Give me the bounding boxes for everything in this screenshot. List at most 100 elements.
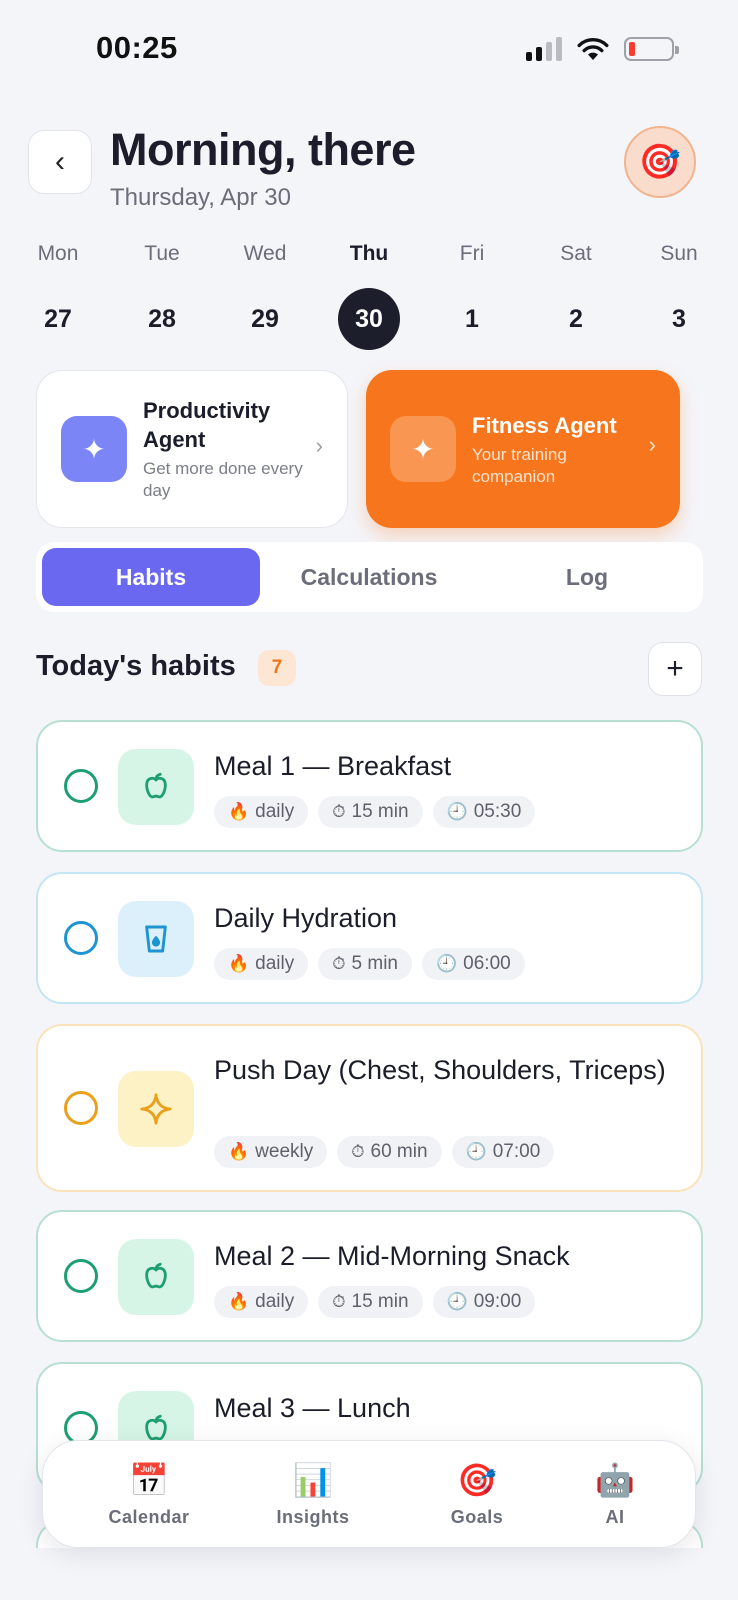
productivity-agent-card[interactable]: ✦ Productivity Agent Get more done every… — [36, 370, 348, 528]
day-sun[interactable]: Sun 3 — [644, 242, 714, 350]
habit-checkbox[interactable] — [64, 921, 98, 955]
day-date: 27 — [44, 305, 72, 333]
frequency-label: daily — [255, 801, 295, 822]
day-tue[interactable]: Tue 28 — [127, 242, 197, 350]
back-button[interactable]: ‹ — [28, 130, 92, 194]
habit-name: Meal 2 — Mid-Morning Snack — [214, 1241, 570, 1271]
day-date-selected: 30 — [338, 288, 400, 350]
day-sat[interactable]: Sat 2 — [541, 242, 611, 350]
nav-calendar[interactable]: 📅 Calendar — [89, 1459, 209, 1528]
habit-name: Meal 3 — Lunch — [214, 1393, 411, 1423]
tab-habits[interactable]: Habits — [42, 548, 260, 606]
day-date: 28 — [148, 305, 176, 333]
clock-icon: 🕘 — [465, 1142, 487, 1161]
habit-card[interactable]: Daily Hydration 🔥 daily ⏱ 5 min 🕘 06:00 — [36, 872, 703, 1004]
day-name: Fri — [459, 242, 485, 265]
duration-label: 15 min — [351, 1291, 409, 1312]
habit-meta: 🔥 daily ⏱ 15 min 🕘 05:30 — [214, 796, 536, 828]
apple-icon — [118, 1239, 194, 1315]
day-name: Wed — [243, 242, 287, 265]
duration-chip: ⏱ 60 min — [337, 1136, 442, 1168]
frequency-chip: 🔥 daily — [214, 948, 309, 980]
habit-checkbox[interactable] — [64, 1091, 98, 1125]
day-name: Sun — [660, 242, 698, 265]
clock-icon: 🕘 — [446, 1292, 468, 1311]
habit-checkbox[interactable] — [64, 769, 98, 803]
nav-label: Goals — [450, 1507, 504, 1527]
avatar[interactable]: 🎯 — [624, 126, 696, 198]
day-name: Sat — [560, 242, 592, 265]
status-bar: 00:25 — [0, 0, 738, 100]
fire-icon: 🔥 — [228, 954, 250, 973]
nav-ai[interactable]: 🤖 AI — [555, 1459, 675, 1528]
habit-meta: 🔥 daily ⏱ 5 min 🕘 06:00 — [214, 948, 525, 980]
nav-insights[interactable]: 📊 Insights — [253, 1459, 373, 1528]
time-label: 05:30 — [473, 801, 522, 822]
day-date: 3 — [672, 305, 686, 333]
day-fri[interactable]: Fri 1 — [437, 242, 507, 350]
frequency-chip: 🔥 daily — [214, 1286, 309, 1318]
stopwatch-icon: ⏱ — [351, 1142, 365, 1161]
fire-icon: 🔥 — [228, 802, 250, 821]
week-strip: Mon 27 Tue 28 Wed 29 Thu 30 Fri 1 Sat 2 … — [0, 242, 738, 350]
habit-meta: 🔥 daily ⏱ 15 min 🕘 09:00 — [214, 1286, 536, 1318]
habit-checkbox[interactable] — [64, 1259, 98, 1293]
day-thu[interactable]: Thu 30 — [334, 242, 404, 350]
segmented-tabs: Habits Calculations Log — [36, 542, 703, 612]
time-label: 07:00 — [492, 1141, 541, 1162]
habit-card[interactable]: Push Day (Chest, Shoulders, Triceps) 🔥 we… — [36, 1024, 703, 1192]
frequency-chip: 🔥 weekly — [214, 1136, 328, 1168]
day-date: 1 — [465, 305, 479, 333]
clock-icon: 🕘 — [446, 802, 468, 821]
add-habit-button[interactable]: + — [648, 642, 702, 696]
water-glass-icon — [118, 901, 194, 977]
page-title: Morning, there — [110, 124, 416, 175]
chevron-right-icon: › — [315, 433, 323, 458]
day-date: 2 — [569, 305, 583, 333]
agent-title: Fitness Agent — [472, 412, 617, 438]
habit-name: Daily Hydration — [214, 903, 398, 933]
battery-icon — [624, 37, 679, 61]
frequency-label: daily — [255, 1291, 295, 1312]
fire-icon: 🔥 — [228, 1292, 250, 1311]
duration-chip: ⏱ 15 min — [318, 796, 423, 828]
habit-card[interactable]: Meal 1 — Breakfast 🔥 daily ⏱ 15 min 🕘 05:30 — [36, 720, 703, 852]
duration-chip: ⏱ 5 min — [318, 948, 412, 980]
nav-goals[interactable]: 🎯 Goals — [417, 1459, 537, 1528]
sparkle-icon: ✦ — [61, 416, 127, 482]
day-mon[interactable]: Mon 27 — [23, 242, 93, 350]
day-name: Thu — [349, 242, 389, 265]
signal-icon — [526, 37, 562, 61]
time-chip: 🕘 06:00 — [421, 948, 525, 980]
clock-icon: 🕘 — [435, 954, 458, 973]
time-chip: 🕘 09:00 — [432, 1286, 536, 1318]
day-name: Tue — [144, 242, 180, 265]
tab-log[interactable]: Log — [478, 548, 696, 606]
apple-icon — [118, 749, 194, 825]
fitness-agent-card[interactable]: ✦ Fitness Agent Your training companion … — [366, 370, 680, 528]
frequency-label: weekly — [255, 1141, 314, 1162]
chevron-right-icon: › — [648, 432, 656, 457]
habit-card[interactable]: Meal 2 — Mid-Morning Snack 🔥 daily ⏱ 15 mi… — [36, 1210, 703, 1342]
stopwatch-icon: ⏱ — [332, 954, 346, 973]
chevron-left-icon: ‹ — [55, 145, 65, 178]
duration-label: 5 min — [351, 953, 398, 974]
bottom-nav: 📅 Calendar 📊 Insights 🎯 Goals 🤖 AI — [42, 1440, 696, 1548]
sparkle-icon — [118, 1071, 194, 1147]
nav-label: AI — [605, 1507, 625, 1527]
section-title: Today's habits — [36, 650, 236, 682]
day-wed[interactable]: Wed 29 — [230, 242, 300, 350]
tab-calculations[interactable]: Calculations — [260, 548, 478, 606]
duration-chip: ⏱ 15 min — [318, 1286, 423, 1318]
habit-meta: 🔥 weekly ⏱ 60 min 🕘 07:00 — [214, 1136, 555, 1168]
nav-label: Insights — [276, 1507, 350, 1527]
agent-subtitle: Your training companion — [472, 444, 567, 486]
target-icon: 🎯 — [638, 143, 682, 181]
target-icon: 🎯 — [457, 1462, 497, 1498]
status-icons — [526, 36, 679, 62]
wifi-icon — [577, 38, 609, 60]
time-label: 06:00 — [463, 953, 511, 974]
status-time: 00:25 — [96, 30, 178, 65]
habit-name: Push Day (Chest, Shoulders, Triceps) — [214, 1055, 666, 1085]
habit-name: Meal 1 — Breakfast — [214, 751, 452, 781]
